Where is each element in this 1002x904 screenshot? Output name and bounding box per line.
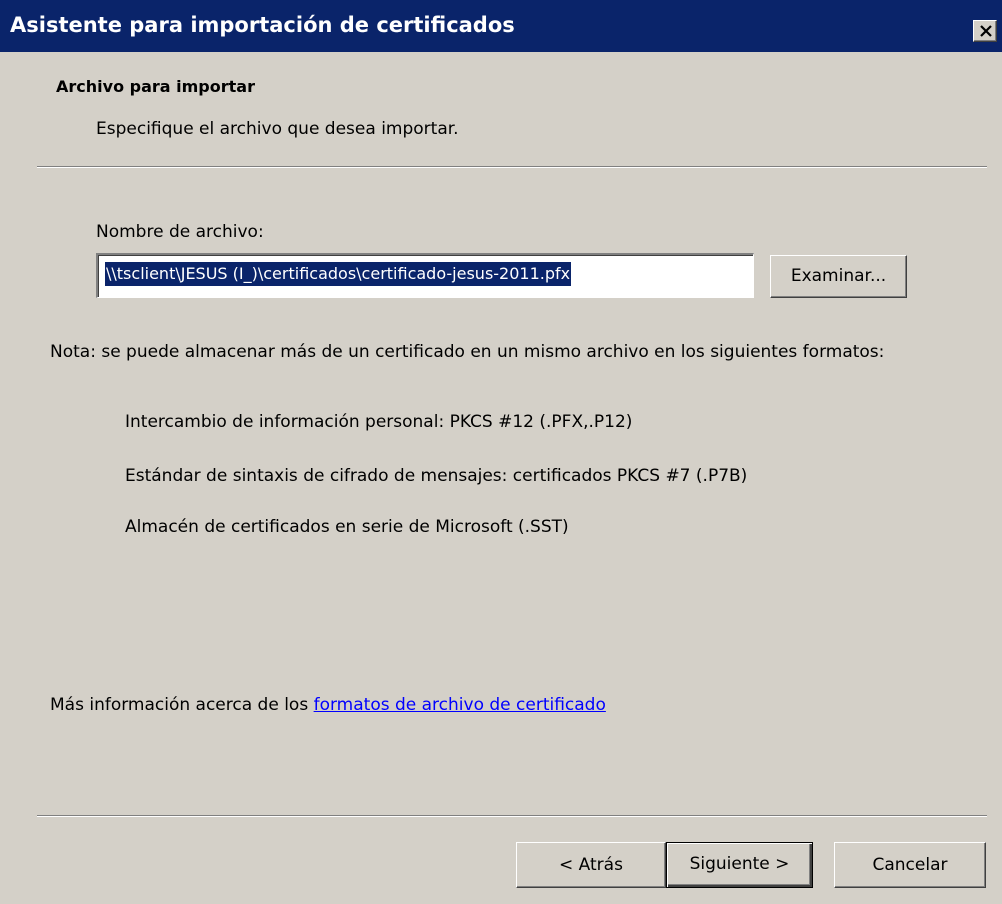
format-item-pfx: Intercambio de información personal: PKC…: [125, 412, 633, 432]
note-text: Nota: se puede almacenar más de un certi…: [50, 342, 885, 362]
next-button[interactable]: Siguiente >: [666, 842, 813, 888]
window-title: Asistente para importación de certificad…: [10, 13, 515, 37]
format-item-p7b: Estándar de sintaxis de cifrado de mensa…: [125, 466, 748, 486]
close-button[interactable]: [973, 20, 997, 42]
more-info-prefix: Más información acerca de los: [50, 695, 314, 715]
file-name-value: \\tsclient\JESUS (I_)\certificados\certi…: [105, 262, 572, 286]
close-icon: [980, 25, 992, 37]
file-name-input[interactable]: \\tsclient\JESUS (I_)\certificados\certi…: [96, 253, 754, 298]
more-info-line: Más información acerca de los formatos d…: [50, 695, 606, 715]
title-bar[interactable]: Asistente para importación de certificad…: [0, 0, 1002, 52]
header-separator: [37, 166, 987, 168]
cancel-button[interactable]: Cancelar: [834, 842, 986, 888]
import-wizard-window: Asistente para importación de certificad…: [0, 0, 1002, 904]
format-item-sst: Almacén de certificados en serie de Micr…: [125, 517, 569, 537]
back-button[interactable]: < Atrás: [516, 842, 666, 888]
page-title: Archivo para importar: [56, 77, 255, 96]
page-subtitle: Especifique el archivo que desea importa…: [96, 119, 459, 139]
file-name-label: Nombre de archivo:: [96, 222, 264, 242]
certificate-formats-link[interactable]: formatos de archivo de certificado: [314, 695, 606, 715]
footer-separator: [37, 815, 987, 817]
browse-button[interactable]: Examinar...: [770, 255, 907, 298]
